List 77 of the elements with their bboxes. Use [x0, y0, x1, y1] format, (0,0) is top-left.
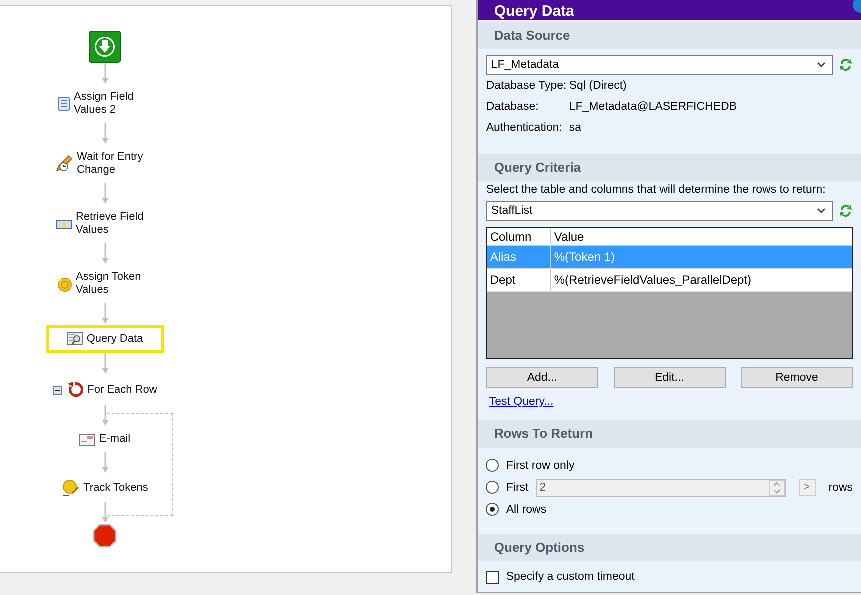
radio-label: First	[506, 482, 529, 494]
dropdown-caret-icon[interactable]	[817, 62, 826, 68]
column-header: Column	[487, 228, 552, 246]
dropdown-caret-icon[interactable]	[817, 208, 826, 214]
checkbox[interactable]	[486, 570, 500, 584]
refresh-icon[interactable]	[839, 56, 853, 73]
envelope-icon	[79, 434, 96, 446]
activity-label: Assign Field Values 2	[74, 91, 135, 117]
action-button[interactable]: Remove	[740, 367, 853, 388]
workflow-activity[interactable]: For Each Row	[44, 375, 166, 405]
form-icon	[58, 97, 70, 111]
property-value: sa	[569, 122, 582, 134]
table-cell-text: %(RetrieveFieldValues_ParallelDept)	[553, 272, 753, 290]
property-label: Authentication:	[486, 122, 564, 134]
activity-label: Track Tokens	[84, 482, 148, 494]
radio-button[interactable]	[486, 459, 500, 472]
instruction-text: Select the table and columns that will determine the rows to return:	[486, 184, 827, 196]
start-icon[interactable]	[89, 31, 121, 63]
row-count-field[interactable]: 2	[536, 478, 786, 497]
collapse-icon[interactable]	[52, 386, 62, 394]
workflow-activity[interactable]: Wait for Entry Change	[46, 145, 164, 183]
connector-arrow	[100, 63, 110, 85]
connector-arrow	[100, 123, 110, 145]
property-label: Database Type:	[486, 80, 568, 92]
connector-arrow	[100, 502, 110, 524]
radio-label: All rows	[506, 504, 547, 516]
workflow-activity[interactable]: Track Tokens	[52, 474, 158, 502]
section-title: Query Options	[494, 540, 585, 555]
section-title: Query Criteria	[494, 160, 582, 176]
action-button[interactable]: Add...	[486, 367, 598, 388]
workflow-activity[interactable]: Assign Token Values	[47, 265, 163, 303]
checkbox-label: Specify a custom timeout	[506, 571, 635, 584]
table-dropdown[interactable]: StaffList	[486, 201, 833, 222]
activity-label: Query Data	[86, 332, 144, 346]
connector-arrow	[100, 452, 110, 474]
connector-arrow	[100, 405, 110, 427]
table-cell-text: %(Token 1)	[553, 249, 616, 266]
property-label: Database:	[486, 101, 540, 114]
radio-button[interactable]	[486, 481, 500, 494]
data-source-dropdown[interactable]: LF_Metadata	[486, 54, 833, 75]
workflow-activity[interactable]: Assign Field Values 2	[49, 85, 161, 123]
activity-label: Wait for Entry Change	[77, 151, 144, 177]
workflow-activity[interactable]: Query Data	[46, 325, 164, 353]
connector-arrow	[100, 303, 110, 325]
expand-button[interactable]: >	[798, 479, 816, 496]
column-header: Value	[553, 228, 586, 246]
test-query-link[interactable]: Test Query...	[489, 396, 554, 408]
loop-icon	[66, 381, 84, 399]
table-row[interactable]: Dept %(RetrieveFieldValues_ParallelDept)	[487, 269, 852, 292]
property-value: LF_Metadata@LASERFICHEDB	[569, 101, 737, 114]
activity-label: For Each Row	[88, 384, 158, 396]
help-icon[interactable]	[851, 0, 861, 14]
workflow-activity[interactable]: E-mail	[70, 427, 140, 452]
workflow-activity[interactable]: Retrieve Field Values	[47, 205, 163, 243]
stop-icon[interactable]	[93, 524, 117, 548]
connector-arrow	[100, 183, 110, 205]
connector-arrow	[100, 353, 110, 375]
radio-label: First row only	[506, 460, 575, 472]
rows-label: rows	[828, 482, 853, 494]
connector-arrow	[100, 243, 110, 265]
section-title: Rows To Return	[494, 426, 594, 442]
property-value: Sql (Direct)	[569, 80, 627, 92]
panel-title: Query Data	[494, 2, 574, 20]
action-button[interactable]: Edit...	[614, 367, 726, 388]
table-cell: Alias	[487, 246, 552, 268]
field-icon	[56, 220, 72, 228]
query-icon	[66, 332, 83, 346]
pencil-clock-icon	[55, 155, 73, 173]
activity-label: Retrieve Field Values	[76, 211, 145, 237]
table-cell: Dept	[487, 269, 552, 292]
section-title: Data Source	[494, 28, 570, 43]
activity-label: Assign Token Values	[76, 271, 142, 297]
activity-label: E-mail	[99, 433, 131, 446]
refresh-icon[interactable]	[839, 203, 853, 220]
coin-pencil-icon	[62, 480, 80, 496]
coin-icon	[56, 276, 72, 292]
radio-button[interactable]	[486, 503, 500, 516]
